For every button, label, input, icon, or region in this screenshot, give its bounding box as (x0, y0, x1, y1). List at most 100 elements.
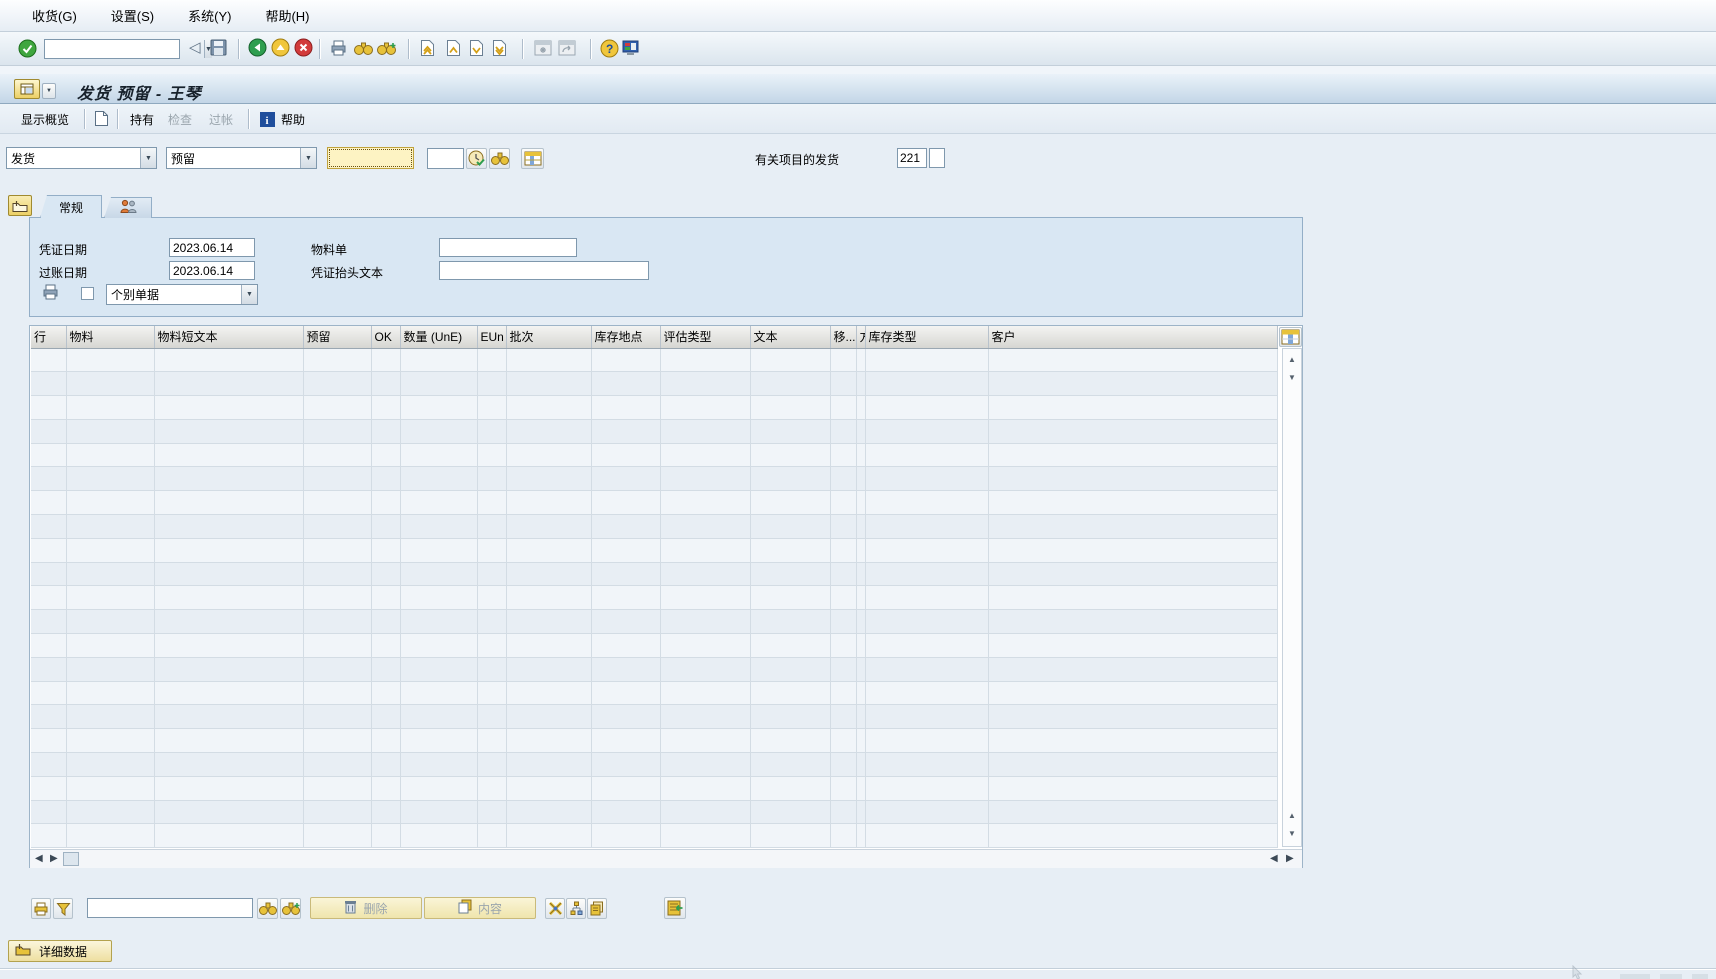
table-cell-stock-type[interactable] (865, 705, 988, 729)
table-cell-direction[interactable] (856, 396, 865, 420)
table-cell-material-short-text[interactable] (154, 348, 303, 372)
table-cell-ok[interactable] (371, 491, 400, 515)
table-cell-movement[interactable] (830, 657, 856, 681)
next-page-icon[interactable] (469, 39, 484, 57)
table-cell-valuation-type[interactable] (660, 348, 750, 372)
table-cell-storage-location[interactable] (591, 443, 660, 467)
find-next-icon[interactable] (377, 41, 397, 56)
table-cell-customer[interactable] (988, 538, 1277, 562)
table-cell-stock-type[interactable] (865, 776, 988, 800)
tab-general[interactable]: 常规 (40, 195, 102, 218)
table-cell-stock-type[interactable] (865, 586, 988, 610)
table-cell-valuation-type[interactable] (660, 610, 750, 634)
table-cell-text[interactable] (750, 824, 830, 848)
scroll-left-icon[interactable]: ◀ (35, 853, 43, 864)
table-cell-direction[interactable] (856, 824, 865, 848)
table-cell-material[interactable] (66, 419, 154, 443)
table-cell-stock-type[interactable] (865, 372, 988, 396)
table-cell-material[interactable] (66, 443, 154, 467)
menu-item-system[interactable]: 系统(Y) (184, 4, 235, 27)
table-cell-quantity-une[interactable] (400, 634, 477, 658)
column-header-eun[interactable]: EUn (477, 326, 506, 348)
table-cell-valuation-type[interactable] (660, 657, 750, 681)
table-cell-line[interactable] (31, 515, 66, 539)
table-cell-direction[interactable] (856, 729, 865, 753)
table-cell-material[interactable] (66, 610, 154, 634)
table-cell-material-short-text[interactable] (154, 634, 303, 658)
table-cell-text[interactable] (750, 419, 830, 443)
transaction-type-dropdown[interactable]: 发货 ▼ (6, 147, 157, 169)
previous-page-icon[interactable] (446, 39, 461, 57)
table-cell-storage-location[interactable] (591, 705, 660, 729)
table-cell-material[interactable] (66, 824, 154, 848)
table-cell-ok[interactable] (371, 562, 400, 586)
table-cell-movement[interactable] (830, 824, 856, 848)
table-cell-line[interactable] (31, 729, 66, 753)
table-cell-direction[interactable] (856, 634, 865, 658)
table-cell-movement[interactable] (830, 681, 856, 705)
table-cell-movement[interactable] (830, 610, 856, 634)
new-document-icon[interactable] (94, 110, 109, 127)
table-cell-batch[interactable] (506, 396, 591, 420)
table-cell-valuation-type[interactable] (660, 753, 750, 777)
collapse-header-icon[interactable] (8, 195, 32, 216)
table-cell-eun[interactable] (477, 824, 506, 848)
table-cell-reservation[interactable] (303, 729, 371, 753)
table-cell-direction[interactable] (856, 586, 865, 610)
table-cell-storage-location[interactable] (591, 753, 660, 777)
table-cell-eun[interactable] (477, 515, 506, 539)
table-cell-valuation-type[interactable] (660, 467, 750, 491)
table-cell-text[interactable] (750, 396, 830, 420)
item-search-field[interactable] (87, 898, 253, 918)
table-cell-text[interactable] (750, 610, 830, 634)
table-cell-material-short-text[interactable] (154, 538, 303, 562)
table-cell-quantity-une[interactable] (400, 419, 477, 443)
table-cell-stock-type[interactable] (865, 396, 988, 420)
transaction-icon[interactable] (14, 79, 40, 99)
table-cell-storage-location[interactable] (591, 634, 660, 658)
table-cell-customer[interactable] (988, 419, 1277, 443)
table-cell-line[interactable] (31, 800, 66, 824)
table-cell-line[interactable] (31, 610, 66, 634)
table-cell-valuation-type[interactable] (660, 396, 750, 420)
table-cell-material-short-text[interactable] (154, 657, 303, 681)
table-cell-line[interactable] (31, 396, 66, 420)
table-cell-line[interactable] (31, 634, 66, 658)
table-cell-batch[interactable] (506, 538, 591, 562)
table-cell-storage-location[interactable] (591, 824, 660, 848)
column-header-material-short-text[interactable]: 物料短文本 (154, 326, 303, 348)
table-cell-valuation-type[interactable] (660, 634, 750, 658)
table-cell-material[interactable] (66, 705, 154, 729)
table-cell-valuation-type[interactable] (660, 824, 750, 848)
table-cell-movement[interactable] (830, 800, 856, 824)
column-header-stock-type[interactable]: 库存类型 (865, 326, 988, 348)
table-cell-material[interactable] (66, 396, 154, 420)
table-cell-line[interactable] (31, 348, 66, 372)
table-cell-stock-type[interactable] (865, 515, 988, 539)
table-cell-direction[interactable] (856, 491, 865, 515)
table-cell-line[interactable] (31, 538, 66, 562)
new-session-icon[interactable] (534, 40, 552, 56)
table-cell-batch[interactable] (506, 776, 591, 800)
table-cell-quantity-une[interactable] (400, 824, 477, 848)
table-cell-stock-type[interactable] (865, 657, 988, 681)
scroll-down-icon[interactable]: ▼ (1283, 373, 1301, 382)
item-contents-button[interactable]: 内容 (424, 897, 536, 919)
table-cell-ok[interactable] (371, 634, 400, 658)
table-cell-material-short-text[interactable] (154, 800, 303, 824)
table-cell-line[interactable] (31, 776, 66, 800)
back-icon[interactable] (248, 38, 267, 57)
find-icon[interactable] (354, 41, 373, 56)
hold-button[interactable]: 持有 (127, 109, 157, 129)
column-header-movement[interactable]: 移... (830, 326, 856, 348)
table-cell-batch[interactable] (506, 824, 591, 848)
table-cell-ok[interactable] (371, 515, 400, 539)
table-cell-line[interactable] (31, 562, 66, 586)
table-cell-material-short-text[interactable] (154, 753, 303, 777)
table-cell-material-short-text[interactable] (154, 776, 303, 800)
table-cell-reservation[interactable] (303, 562, 371, 586)
table-cell-material-short-text[interactable] (154, 824, 303, 848)
table-cell-valuation-type[interactable] (660, 776, 750, 800)
table-cell-batch[interactable] (506, 753, 591, 777)
table-cell-movement[interactable] (830, 729, 856, 753)
